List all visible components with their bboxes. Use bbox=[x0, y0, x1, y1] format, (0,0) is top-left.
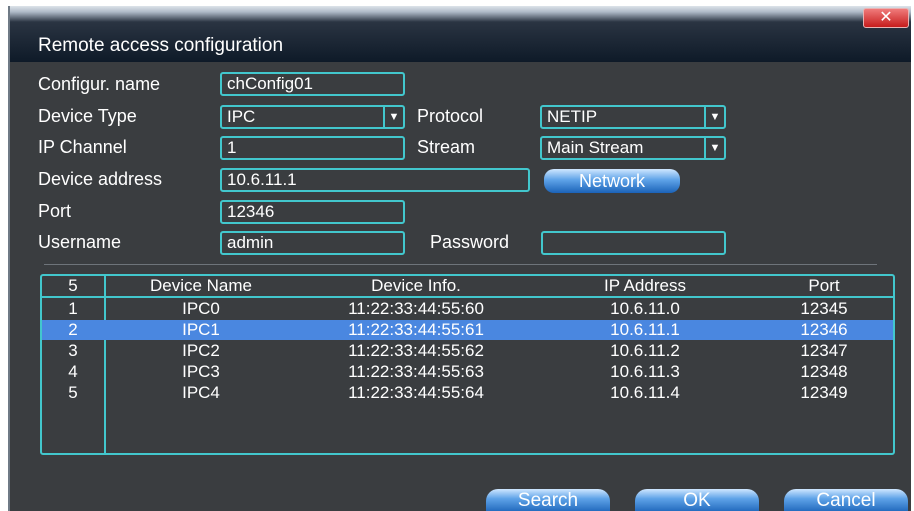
table-row[interactable]: 1 IPC0 11:22:33:44:55:60 10.6.11.0 12345 bbox=[42, 299, 893, 319]
close-button[interactable]: ✕ bbox=[863, 8, 909, 28]
chevron-down-icon: ▼ bbox=[704, 138, 724, 158]
password-input[interactable] bbox=[541, 231, 726, 255]
header-port: Port bbox=[808, 276, 840, 295]
port-input[interactable]: 12346 bbox=[220, 200, 405, 224]
table-header: 5 Device Name Device Info. IP Address Po… bbox=[42, 276, 893, 298]
remote-access-dialog: Remote access configuration ✕ Configur. … bbox=[8, 6, 911, 511]
table-row[interactable]: 4 IPC3 11:22:33:44:55:63 10.6.11.3 12348 bbox=[42, 362, 893, 382]
row-device-info: 11:22:33:44:55:63 bbox=[348, 362, 484, 381]
row-device-name: IPC0 bbox=[182, 299, 220, 318]
protocol-label: Protocol bbox=[417, 106, 484, 126]
chevron-down-icon: ▼ bbox=[383, 107, 403, 127]
close-icon: ✕ bbox=[879, 9, 893, 26]
chevron-down-icon: ▼ bbox=[704, 107, 724, 127]
stream-value: Main Stream bbox=[547, 138, 644, 157]
network-button[interactable]: Network bbox=[544, 169, 680, 193]
search-button[interactable]: Search bbox=[486, 489, 610, 511]
row-device-info: 11:22:33:44:55:60 bbox=[348, 299, 484, 318]
config-name-label: Configur. name bbox=[38, 74, 161, 94]
header-device-info: Device Info. bbox=[371, 276, 461, 295]
row-device-name: IPC1 bbox=[182, 320, 220, 339]
row-index: 5 bbox=[68, 383, 78, 402]
row-ip-address: 10.6.11.1 bbox=[610, 320, 680, 339]
row-ip-address: 10.6.11.2 bbox=[610, 341, 680, 360]
row-index: 4 bbox=[68, 362, 78, 381]
table-row[interactable]: 5 IPC4 11:22:33:44:55:64 10.6.11.4 12349 bbox=[42, 383, 893, 403]
row-device-info: 11:22:33:44:55:61 bbox=[348, 320, 484, 339]
ip-channel-input[interactable]: 1 bbox=[220, 136, 405, 160]
row-ip-address: 10.6.11.0 bbox=[610, 299, 680, 318]
row-port: 12345 bbox=[800, 299, 848, 318]
username-label: Username bbox=[38, 232, 122, 252]
table-row[interactable]: 3 IPC2 11:22:33:44:55:62 10.6.11.2 12347 bbox=[42, 341, 893, 361]
row-device-info: 11:22:33:44:55:64 bbox=[348, 383, 484, 402]
stream-label: Stream bbox=[417, 137, 476, 157]
ok-button[interactable]: OK bbox=[635, 489, 759, 511]
row-port: 12346 bbox=[800, 320, 848, 339]
username-input[interactable]: admin bbox=[220, 231, 405, 255]
protocol-value: NETIP bbox=[547, 107, 598, 126]
header-count: 5 bbox=[68, 276, 78, 295]
device-type-value: IPC bbox=[227, 107, 256, 126]
header-ip-address: IP Address bbox=[604, 276, 686, 295]
title-bar: Remote access configuration ✕ bbox=[10, 6, 911, 62]
row-index: 1 bbox=[68, 299, 78, 318]
row-device-name: IPC4 bbox=[182, 383, 220, 402]
row-port: 12348 bbox=[800, 362, 848, 381]
divider bbox=[44, 264, 877, 265]
device-table: 5 Device Name Device Info. IP Address Po… bbox=[40, 274, 895, 455]
device-type-label: Device Type bbox=[38, 106, 137, 126]
dialog-title: Remote access configuration bbox=[38, 35, 284, 56]
config-name-input[interactable]: chConfig01 bbox=[220, 72, 405, 96]
row-device-name: IPC3 bbox=[182, 362, 220, 381]
row-port: 12347 bbox=[800, 341, 848, 360]
row-device-name: IPC2 bbox=[182, 341, 220, 360]
device-address-label: Device address bbox=[38, 169, 163, 189]
row-port: 12349 bbox=[800, 383, 848, 402]
row-ip-address: 10.6.11.4 bbox=[610, 383, 680, 402]
port-label: Port bbox=[38, 201, 72, 221]
row-ip-address: 10.6.11.3 bbox=[610, 362, 680, 381]
ip-channel-label: IP Channel bbox=[38, 137, 127, 157]
cancel-button[interactable]: Cancel bbox=[784, 489, 908, 511]
header-device-name: Device Name bbox=[149, 276, 253, 295]
stream-select[interactable]: Main Stream ▼ bbox=[540, 136, 726, 160]
device-address-input[interactable]: 10.6.11.1 bbox=[220, 168, 530, 192]
table-row-selected[interactable]: 2 IPC1 11:22:33:44:55:61 10.6.11.1 12346 bbox=[42, 320, 893, 340]
password-label: Password bbox=[430, 232, 510, 252]
row-index: 3 bbox=[68, 341, 78, 360]
row-device-info: 11:22:33:44:55:62 bbox=[348, 341, 484, 360]
protocol-select[interactable]: NETIP ▼ bbox=[540, 105, 726, 129]
row-index: 2 bbox=[68, 320, 78, 339]
device-type-select[interactable]: IPC ▼ bbox=[220, 105, 405, 129]
